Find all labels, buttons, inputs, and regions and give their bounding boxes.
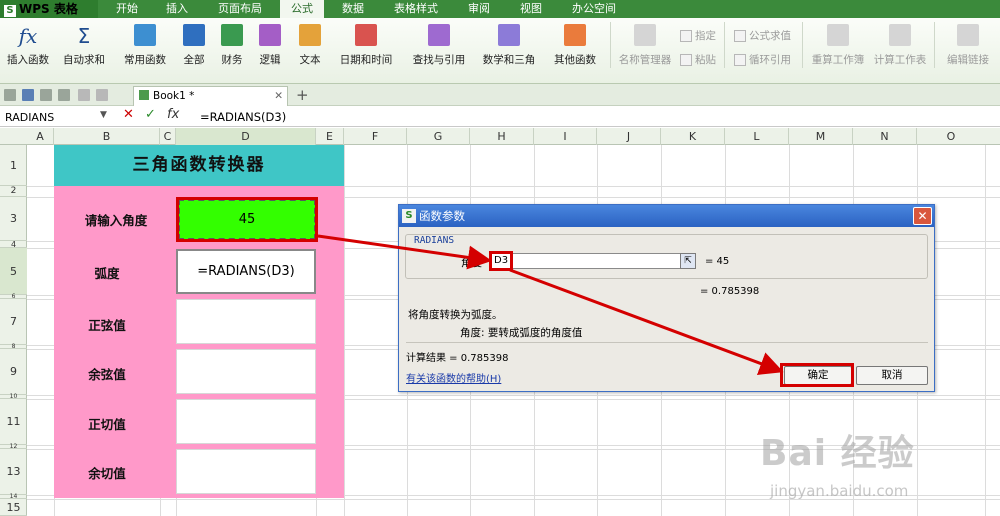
- baidu-watermark-url: jingyan.baidu.com: [770, 482, 909, 500]
- arrow-to-ok: [509, 268, 784, 375]
- baidu-watermark: Bai 经验: [760, 433, 915, 474]
- arrow-to-argument: [317, 234, 492, 270]
